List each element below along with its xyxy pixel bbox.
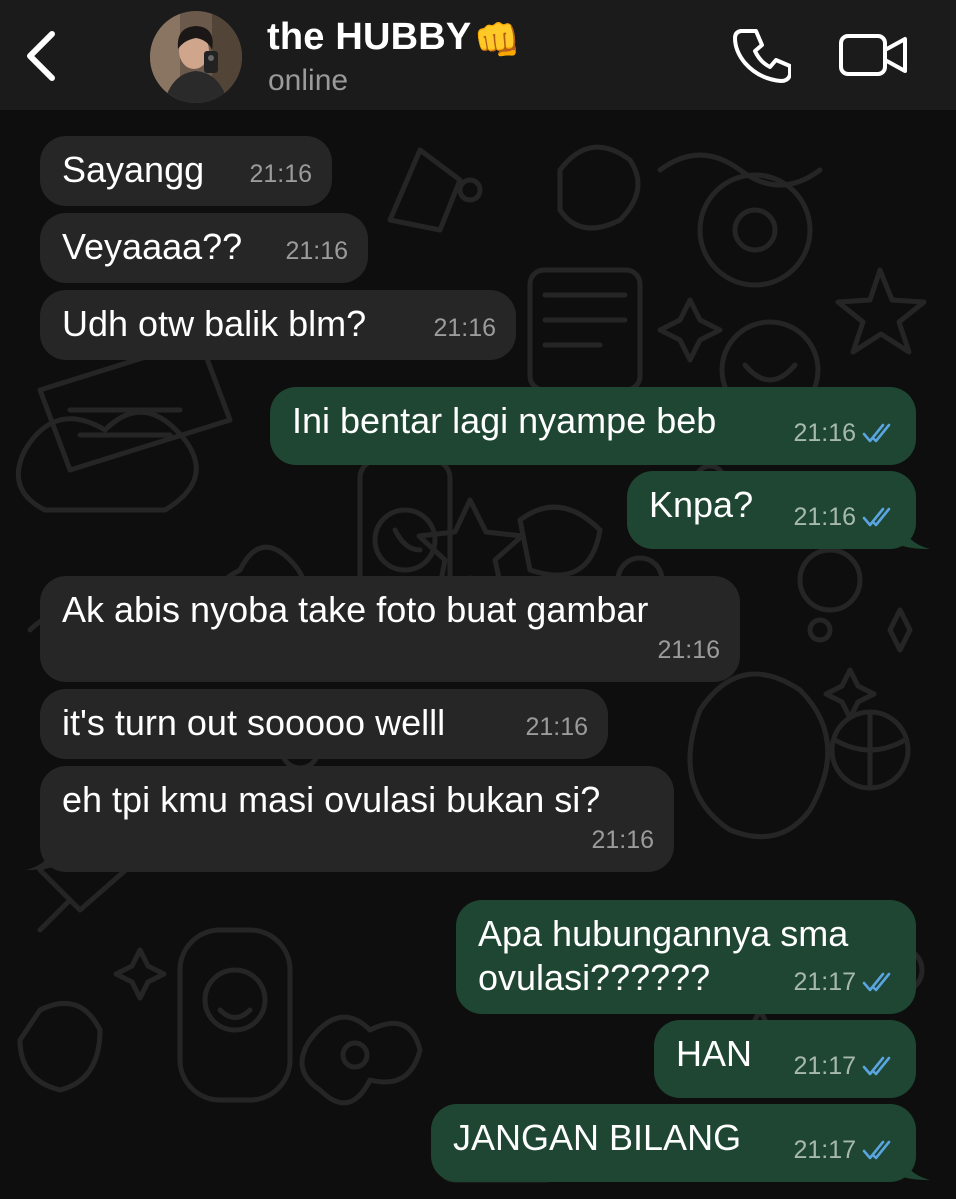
- message-time: 21:16: [285, 237, 348, 265]
- message-meta: 21:16: [433, 306, 496, 350]
- back-button[interactable]: [16, 26, 66, 86]
- message-text: Veyaaaa??: [62, 226, 243, 267]
- message-bubble-incoming[interactable]: Sayangg 21:16: [40, 136, 332, 206]
- message-meta: 21:16: [793, 411, 896, 455]
- message-meta: 21:16: [249, 152, 312, 196]
- message-meta: 21:16: [793, 495, 896, 539]
- contact-status: online: [268, 64, 349, 97]
- contact-name-text: the HUBBY: [267, 16, 472, 58]
- message-text: JANGAN BILANG: [453, 1117, 742, 1158]
- message-text: Sayangg: [62, 149, 205, 190]
- message-bubble-outgoing[interactable]: Apa hubungannya sma ovulasi?????? 21:17: [456, 900, 916, 1014]
- contact-avatar[interactable]: [150, 11, 242, 103]
- message-text: Knpa?: [649, 484, 754, 525]
- message-meta: 21:16: [591, 818, 654, 862]
- phone-icon: [733, 29, 792, 83]
- message-text: Udh otw balik blm?: [62, 303, 367, 344]
- message-text: Ini bentar lagi nyampe beb: [292, 400, 717, 441]
- message-bubble-incoming[interactable]: it's turn out sooooo welll 21:16: [40, 689, 608, 759]
- video-call-button[interactable]: [838, 30, 910, 80]
- message-time: 21:16: [249, 160, 312, 188]
- message-meta: 21:17: [793, 1128, 896, 1172]
- message-time: 21:16: [525, 713, 588, 741]
- message-meta: 21:17: [793, 960, 896, 1004]
- chat-screen: the HUBBY👊 online Sayangg 21:16 Veyaaaa?…: [0, 0, 956, 1199]
- contact-name[interactable]: the HUBBY👊: [267, 16, 521, 63]
- message-time: 21:16: [793, 419, 856, 447]
- message-text: HAN: [676, 1033, 753, 1074]
- double-check-icon: [862, 972, 891, 992]
- message-bubble-outgoing[interactable]: JANGAN BILANG 21:17: [431, 1104, 916, 1182]
- message-time: 21:17: [793, 1052, 856, 1080]
- message-meta: 21:16: [525, 705, 588, 749]
- message-bubble-incoming[interactable]: Udh otw balik blm? 21:16: [40, 290, 516, 360]
- message-time: 21:16: [433, 314, 496, 342]
- message-time: 21:17: [793, 968, 856, 996]
- voice-call-button[interactable]: [733, 26, 792, 84]
- video-camera-icon: [839, 34, 907, 76]
- double-check-icon: [862, 507, 891, 527]
- message-text: eh tpi kmu masi ovulasi bukan si?: [62, 779, 601, 820]
- message-time: 21:16: [657, 636, 720, 664]
- double-check-icon: [862, 1056, 891, 1076]
- chat-header: the HUBBY👊 online: [0, 0, 956, 110]
- message-text: Ak abis nyoba take foto buat gambar: [62, 589, 649, 630]
- message-bubble-incoming[interactable]: Veyaaaa?? 21:16: [40, 213, 368, 283]
- message-bubble-incoming[interactable]: eh tpi kmu masi ovulasi bukan si? 21:16: [40, 766, 674, 872]
- message-time: 21:17: [793, 1136, 856, 1164]
- message-bubble-outgoing[interactable]: HAN 21:17: [654, 1020, 916, 1098]
- message-bubble-outgoing[interactable]: Ini bentar lagi nyampe beb 21:16: [270, 387, 916, 465]
- message-meta: 21:16: [285, 229, 348, 273]
- message-meta: 21:17: [793, 1044, 896, 1088]
- avatar-photo: [150, 11, 242, 103]
- message-bubble-outgoing[interactable]: Knpa? 21:16: [627, 471, 916, 549]
- chevron-left-icon: [27, 31, 55, 81]
- fist-emoji: 👊: [473, 20, 521, 62]
- message-text: it's turn out sooooo welll: [62, 702, 446, 743]
- message-bubble-incoming[interactable]: Ak abis nyoba take foto buat gambar 21:1…: [40, 576, 740, 682]
- double-check-icon: [862, 423, 891, 443]
- double-check-icon: [862, 1140, 891, 1160]
- message-time: 21:16: [793, 503, 856, 531]
- message-time: 21:16: [591, 826, 654, 854]
- message-meta: 21:16: [657, 628, 720, 672]
